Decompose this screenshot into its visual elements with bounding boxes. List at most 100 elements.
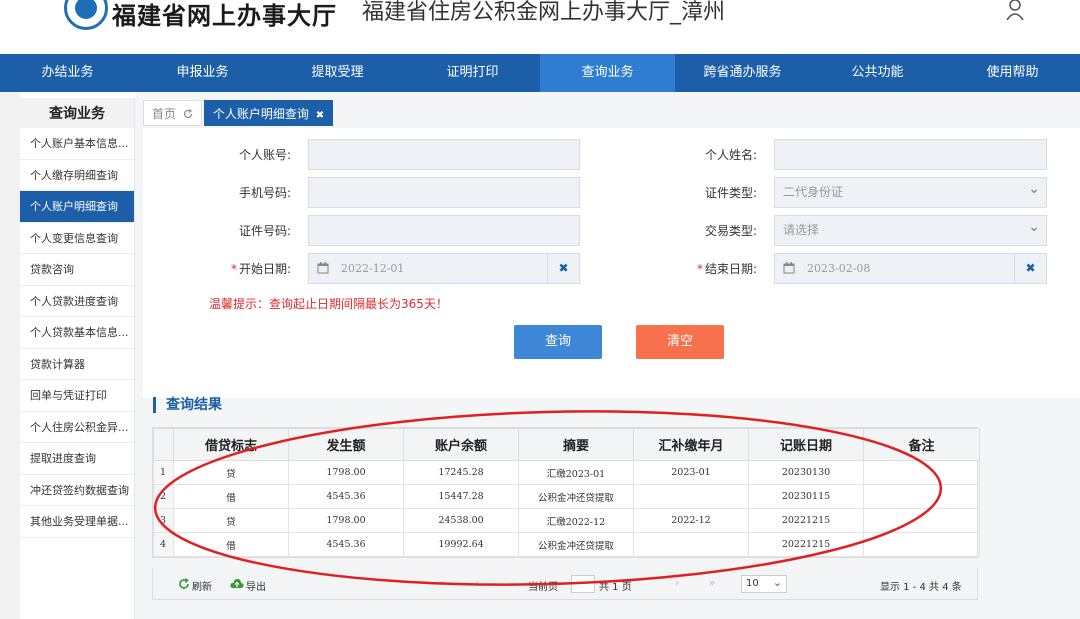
- refresh-icon[interactable]: [178, 578, 190, 590]
- sidebar-item-loan-info[interactable]: 个人贷款基本信息...: [20, 317, 134, 349]
- sidebar-item-loan-progress[interactable]: 个人贷款进度查询: [20, 286, 134, 317]
- sidebar-item-account-info[interactable]: 个人账户基本信息...: [20, 128, 134, 160]
- query-button[interactable]: 查询: [514, 325, 602, 359]
- cell-amount: 1798.00: [288, 508, 404, 533]
- nav-item-query[interactable]: 查询业务: [540, 54, 675, 92]
- table-row[interactable]: 3 贷 1798.00 24538.00 汇缴2022-12 2022-12 2…: [153, 508, 980, 533]
- cell-date: 20230115: [748, 484, 864, 509]
- tab-bar: 首页 个人账户明细查询 ✖: [143, 100, 335, 126]
- date-range-tip: 温馨提示：查询起止日期间隔最长为365天！: [209, 297, 448, 311]
- cell-date: 20221215: [748, 532, 864, 557]
- result-title: 查询结果: [153, 397, 222, 413]
- table-row[interactable]: 4 借 4545.36 19992.64 公积金冲还贷提取 20221215: [153, 532, 980, 557]
- cell-date: 20230130: [748, 460, 864, 485]
- nav-item-completed[interactable]: 办结业务: [0, 54, 135, 92]
- nav-item-withdraw[interactable]: 提取受理: [270, 54, 405, 92]
- trade-type-select[interactable]: 请选择: [774, 213, 1047, 246]
- column-header[interactable]: 记账日期: [748, 428, 864, 461]
- site-header: 福建省网上办事大厅 福建省住房公积金网上办事大厅_漳州: [0, 0, 1080, 54]
- left-gutter: [0, 92, 20, 619]
- id-no-input[interactable]: [308, 215, 580, 246]
- next-page-icon[interactable]: ›: [675, 578, 679, 589]
- refresh-button[interactable]: 刷新: [192, 578, 212, 593]
- cell-summary: 公积金冲还贷提取: [518, 484, 634, 509]
- column-header[interactable]: 发生额: [288, 428, 404, 461]
- brand-title: 福建省网上办事大厅: [112, 1, 337, 30]
- clear-button[interactable]: 清空: [636, 325, 724, 359]
- name-input[interactable]: [774, 139, 1047, 170]
- last-page-icon[interactable]: »: [709, 578, 715, 589]
- first-page-icon[interactable]: «: [439, 578, 445, 589]
- sidebar-item-withdraw-progress[interactable]: 提取进度查询: [20, 443, 134, 475]
- cell-flag: 贷: [173, 508, 289, 533]
- prev-page-icon[interactable]: ‹: [475, 578, 479, 589]
- name-label: 个人姓名:: [704, 148, 757, 162]
- sidebar-item-repay-contract[interactable]: 冲还贷签约数据查询: [20, 475, 134, 506]
- export-button[interactable]: 导出: [246, 578, 266, 593]
- user-icon[interactable]: [1004, 0, 1026, 20]
- column-header[interactable]: 账户余额: [403, 428, 519, 461]
- sidebar-item-deposit-detail[interactable]: 个人缴存明细查询: [20, 160, 134, 191]
- cell-remark: [863, 532, 980, 557]
- sidebar-item-account-detail[interactable]: 个人账户明细查询: [20, 191, 134, 223]
- site-title: 福建省住房公积金网上办事大厅_漳州: [362, 0, 726, 25]
- tab-home[interactable]: 首页: [143, 100, 202, 126]
- column-header-index: [153, 428, 174, 461]
- end-date-clear-button[interactable]: ✖: [1014, 254, 1046, 283]
- close-icon[interactable]: ✖: [316, 110, 324, 121]
- sidebar: 查询业务 个人账户基本信息... 个人缴存明细查询 个人账户明细查询 个人变更信…: [20, 98, 135, 619]
- page-number-input[interactable]: [571, 575, 595, 593]
- cell-year-month: [633, 484, 749, 509]
- result-table: 借贷标志 发生额 账户余额 摘要 汇补缴年月 记账日期 备注 1 贷 1798.…: [152, 427, 980, 558]
- nav-item-public[interactable]: 公共功能: [810, 54, 945, 92]
- row-index: 1: [153, 460, 174, 485]
- nav-item-declare[interactable]: 申报业务: [135, 54, 270, 92]
- export-icon[interactable]: [230, 578, 244, 590]
- id-no-label: 证件号码:: [238, 224, 291, 238]
- nav-item-certificate[interactable]: 证明打印: [405, 54, 540, 92]
- account-input[interactable]: [308, 139, 580, 170]
- start-date-input[interactable]: 2022-12-01 ✖: [308, 253, 580, 284]
- column-header[interactable]: 摘要: [518, 428, 634, 461]
- sidebar-item-loan-calculator[interactable]: 贷款计算器: [20, 349, 134, 380]
- sidebar-title: 查询业务: [20, 98, 134, 128]
- sidebar-item-receipt-print[interactable]: 回单与凭证打印: [20, 380, 134, 412]
- sidebar-item-fund-transfer[interactable]: 个人住房公积金异...: [20, 412, 134, 443]
- page-size-value: 10: [746, 578, 759, 589]
- table-row[interactable]: 1 贷 1798.00 17245.28 汇缴2023-01 2023-01 2…: [153, 460, 980, 485]
- page-size-select[interactable]: 10 ⌄: [741, 575, 787, 593]
- cell-summary: 公积金冲还贷提取: [518, 532, 634, 557]
- calendar-icon: [317, 262, 329, 274]
- column-header[interactable]: 备注: [863, 428, 980, 461]
- nav-item-cross-province[interactable]: 跨省通办服务: [675, 54, 810, 92]
- cell-year-month: 2022-12: [633, 508, 749, 533]
- cell-balance: 15447.28: [403, 484, 519, 509]
- sidebar-item-change-info[interactable]: 个人变更信息查询: [20, 223, 134, 254]
- row-index: 3: [153, 508, 174, 533]
- tab-account-detail[interactable]: 个人账户明细查询 ✖: [203, 100, 334, 126]
- phone-input[interactable]: [308, 177, 580, 208]
- nav-item-help[interactable]: 使用帮助: [945, 54, 1080, 92]
- required-mark: *: [696, 262, 703, 276]
- cell-remark: [863, 508, 980, 533]
- record-summary: 显示 1 - 4 共 4 条: [880, 582, 962, 593]
- sidebar-item-other-receipt[interactable]: 其他业务受理单据...: [20, 506, 134, 538]
- sidebar-item-loan-consult[interactable]: 贷款咨询: [20, 254, 134, 286]
- id-type-select[interactable]: 二代身份证: [774, 175, 1047, 208]
- refresh-icon[interactable]: [183, 109, 193, 119]
- cell-balance: 24538.00: [403, 508, 519, 533]
- column-header[interactable]: 汇补缴年月: [633, 428, 749, 461]
- table-header-row: 借贷标志 发生额 账户余额 摘要 汇补缴年月 记账日期 备注: [153, 428, 980, 461]
- total-pages: 共 1 页: [599, 582, 632, 593]
- end-date-input[interactable]: 2023-02-08 ✖: [774, 253, 1047, 284]
- chevron-down-icon: ⌄: [772, 576, 782, 589]
- tab-account-detail-label: 个人账户明细查询: [212, 107, 309, 121]
- query-form: 个人账号: 个人姓名: 手机号码: 证件类型: 二代身份证 证件号码: 交易类型…: [143, 128, 1080, 398]
- calendar-icon: [783, 262, 795, 274]
- end-date-value: 2023-02-08: [807, 262, 871, 275]
- cell-flag: 贷: [173, 460, 289, 485]
- column-header[interactable]: 借贷标志: [173, 428, 289, 461]
- tab-home-label: 首页: [152, 107, 177, 121]
- start-date-clear-button[interactable]: ✖: [547, 254, 579, 283]
- table-row[interactable]: 2 借 4545.36 15447.28 公积金冲还贷提取 20230115: [153, 484, 980, 509]
